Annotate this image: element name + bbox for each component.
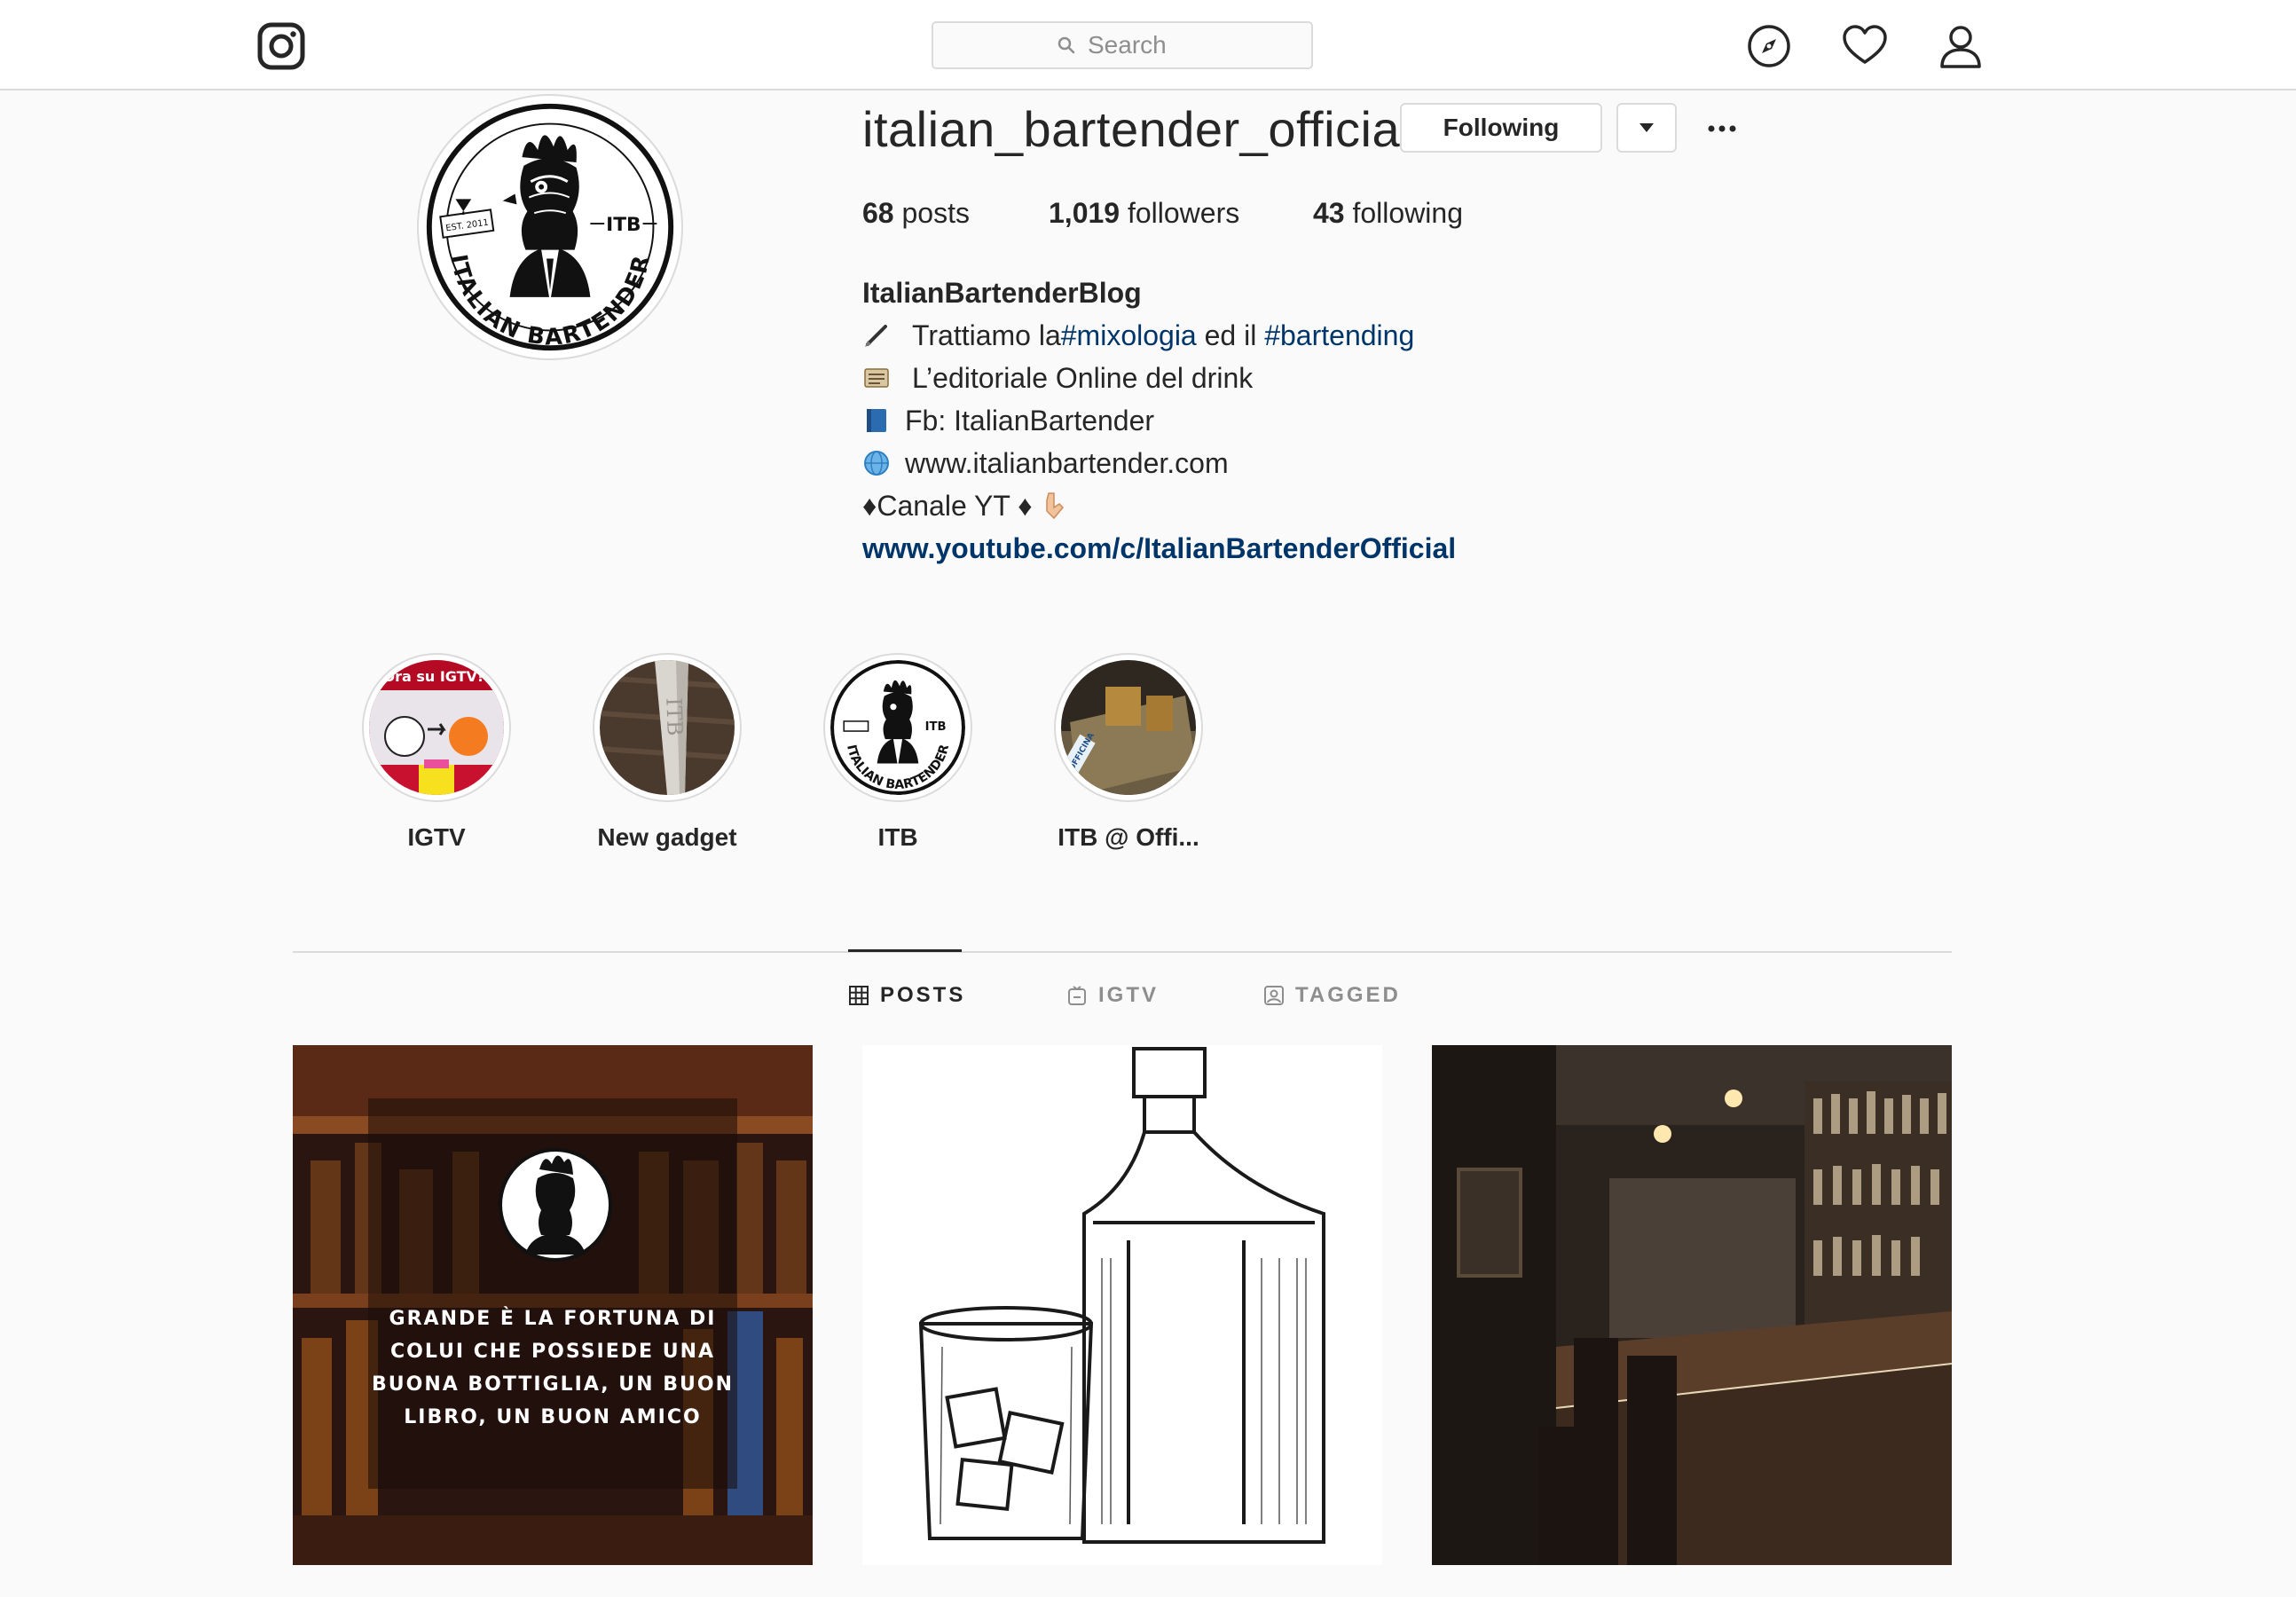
newspaper-icon <box>864 368 889 388</box>
highlight-ring: ITB <box>593 653 742 802</box>
search-icon <box>1058 36 1075 54</box>
highlight-itb-officina[interactable]: #OFFICINA ITB @ Offi... <box>1031 653 1226 852</box>
bio-text: ♦Canale YT ♦ <box>862 490 1033 522</box>
highlight-itb[interactable]: ITB ITALIAN BARTENDER ITB <box>800 653 995 852</box>
compass-icon[interactable] <box>1746 23 1792 69</box>
post-thumbnail[interactable] <box>1432 1045 1952 1565</box>
instagram-logo-icon[interactable] <box>257 22 305 70</box>
search-box[interactable] <box>932 21 1313 69</box>
highlight-cover: #OFFICINA <box>1061 660 1196 795</box>
quote-line: COLUI CHE POSSIEDE UNA <box>389 1341 716 1363</box>
post-image-bar-interior <box>1432 1045 1952 1565</box>
posts-count: 68 <box>862 197 894 229</box>
bio-text: Fb: ItalianBartender <box>905 405 1155 437</box>
highlight-cover: ITB <box>600 660 735 795</box>
suggestions-dropdown-button[interactable] <box>1616 103 1677 153</box>
quote-line: GRANDE È LA FORTUNA DI <box>389 1308 717 1330</box>
globe-icon <box>864 451 889 476</box>
pen-icon <box>865 325 887 347</box>
quote-line: LIBRO, UN BUON AMICO <box>404 1406 702 1428</box>
tab-label: TAGGED <box>1295 983 1401 1007</box>
grid-icon <box>849 986 869 1005</box>
tab-tagged[interactable]: TAGGED <box>1263 983 1401 1008</box>
highlight-ring: Ora su IGTV!! <box>362 653 511 802</box>
post-quote-text: GRANDE È LA FORTUNA DI COLUI CHE POSSIED… <box>293 1302 813 1434</box>
ellipsis-icon <box>1708 125 1736 132</box>
italian-bartender-logo: EST. 2011 ITB ITALIAN BARTENDER <box>426 103 674 351</box>
highlight-label: IGTV <box>407 823 466 851</box>
highlight-ring: #OFFICINA <box>1054 653 1203 802</box>
heart-icon[interactable] <box>1842 23 1888 69</box>
tv-icon <box>1068 986 1086 1005</box>
following-stat[interactable]: 43 following <box>1313 197 1463 230</box>
bio-text: www.italianbartender.com <box>905 447 1229 479</box>
highlight-cover: Ora su IGTV!! <box>369 660 504 795</box>
tab-igtv[interactable]: IGTV <box>1066 983 1159 1008</box>
highlight-label: ITB <box>877 823 918 851</box>
highlight-igtv-banner: Ora su IGTV!! <box>382 668 490 685</box>
following-button[interactable]: Following <box>1400 103 1602 153</box>
bio-name: ItalianBartenderBlog <box>862 277 1142 309</box>
highlight-logo-itb-text: ITB <box>925 720 947 734</box>
search-input[interactable] <box>1086 30 1187 60</box>
bio-text: Trattiamo la <box>912 319 1061 351</box>
bio-text: ed il <box>1196 319 1265 351</box>
post-image-decanter-sketch <box>862 1045 1382 1565</box>
tab-posts[interactable]: POSTS <box>848 983 965 1008</box>
bio-line-youtube: ♦Canale YT ♦ <box>862 484 1456 527</box>
bio-line-mixology: Trattiamo la #mixologia ed il #bartendin… <box>862 314 1456 357</box>
highlight-label: ITB @ Offi... <box>1058 823 1199 851</box>
quote-line: BUONA BOTTIGLIA, UN BUON <box>371 1373 734 1396</box>
tabs-divider <box>293 951 1952 953</box>
highlight-ring: ITB ITALIAN BARTENDER <box>823 653 972 802</box>
pointing-down-icon <box>1045 492 1064 520</box>
blue-book-icon <box>867 409 886 432</box>
highlight-gadget-engraving: ITB <box>661 697 687 736</box>
highlight-igtv[interactable]: Ora su IGTV!! IGTV <box>339 653 534 852</box>
hashtag-bartending-link[interactable]: #bartending <box>1264 314 1414 357</box>
options-button[interactable] <box>1702 108 1742 149</box>
post-thumbnail[interactable] <box>862 1045 1382 1565</box>
bio-line-website: www.italianbartender.com <box>862 442 1456 484</box>
active-tab-indicator <box>848 949 962 952</box>
post-thumbnail[interactable]: GRANDE È LA FORTUNA DI COLUI CHE POSSIED… <box>293 1045 813 1565</box>
followers-count: 1,019 <box>1049 197 1120 229</box>
following-count: 43 <box>1313 197 1345 229</box>
followers-stat[interactable]: 1,019 followers <box>1049 197 1239 230</box>
tab-label: IGTV <box>1098 983 1160 1007</box>
highlight-new-gadget[interactable]: ITB New gadget <box>570 653 765 852</box>
bio-line-facebook: Fb: ItalianBartender <box>862 399 1456 442</box>
hashtag-mixologia-link[interactable]: #mixologia <box>1061 314 1197 357</box>
following-label: following <box>1352 197 1463 229</box>
highlight-cover: ITB ITALIAN BARTENDER <box>830 660 965 795</box>
posts-count-stat: 68 posts <box>862 197 970 230</box>
tab-label: POSTS <box>880 983 966 1007</box>
followers-label: followers <box>1127 197 1240 229</box>
tag-user-icon <box>1264 986 1284 1005</box>
profile-bio: ItalianBartenderBlog Trattiamo la #mixol… <box>862 271 1456 570</box>
user-icon[interactable] <box>1938 23 1984 69</box>
highlight-label: New gadget <box>597 823 737 851</box>
profile-username: italian_bartender_official <box>862 101 1412 157</box>
logo-itb-text: ITB <box>606 214 641 236</box>
top-navigation-bar <box>0 0 2296 90</box>
caret-down-icon <box>1639 123 1654 132</box>
youtube-channel-link[interactable]: www.youtube.com/c/ItalianBartenderOffici… <box>862 527 1456 570</box>
bio-text: L’editoriale Online del drink <box>912 362 1254 394</box>
posts-label: posts <box>901 197 970 229</box>
profile-avatar[interactable]: EST. 2011 ITB ITALIAN BARTENDER <box>417 94 683 360</box>
bio-line-editorial: L’editoriale Online del drink <box>862 357 1456 399</box>
